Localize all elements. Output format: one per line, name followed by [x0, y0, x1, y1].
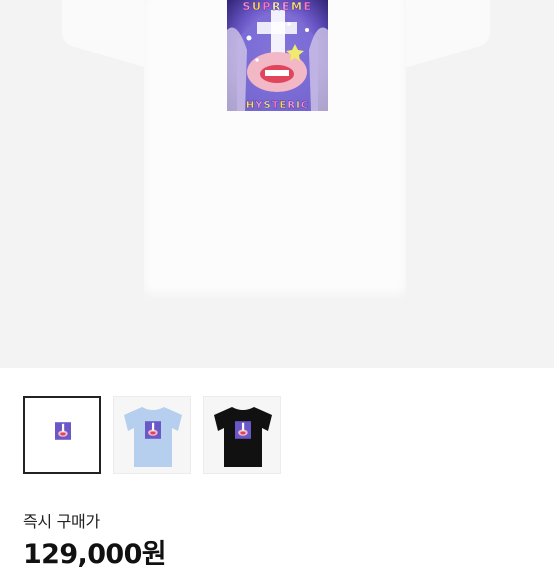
graphic-bottom-text: HYSTERIC	[246, 100, 309, 111]
product-thumbnails	[0, 396, 554, 476]
thumbnail-graphic	[55, 422, 71, 440]
thumbnail-white[interactable]	[23, 396, 101, 474]
thumbnail-light-blue[interactable]	[113, 396, 191, 474]
instant-buy-price: 129,000원	[23, 539, 167, 570]
product-image: SUPREME HYSTERIC	[0, 0, 554, 368]
instant-buy-label: 즉시 구매가	[23, 512, 100, 531]
thumbnail-graphic	[145, 421, 161, 439]
graphic-top-text: SUPREME	[243, 0, 313, 13]
thumbnail-graphic	[235, 421, 251, 439]
graphic-art: SUPREME HYSTERIC	[227, 0, 328, 111]
thumbnail-black[interactable]	[203, 396, 281, 474]
tshirt-graphic: SUPREME HYSTERIC	[227, 0, 328, 111]
